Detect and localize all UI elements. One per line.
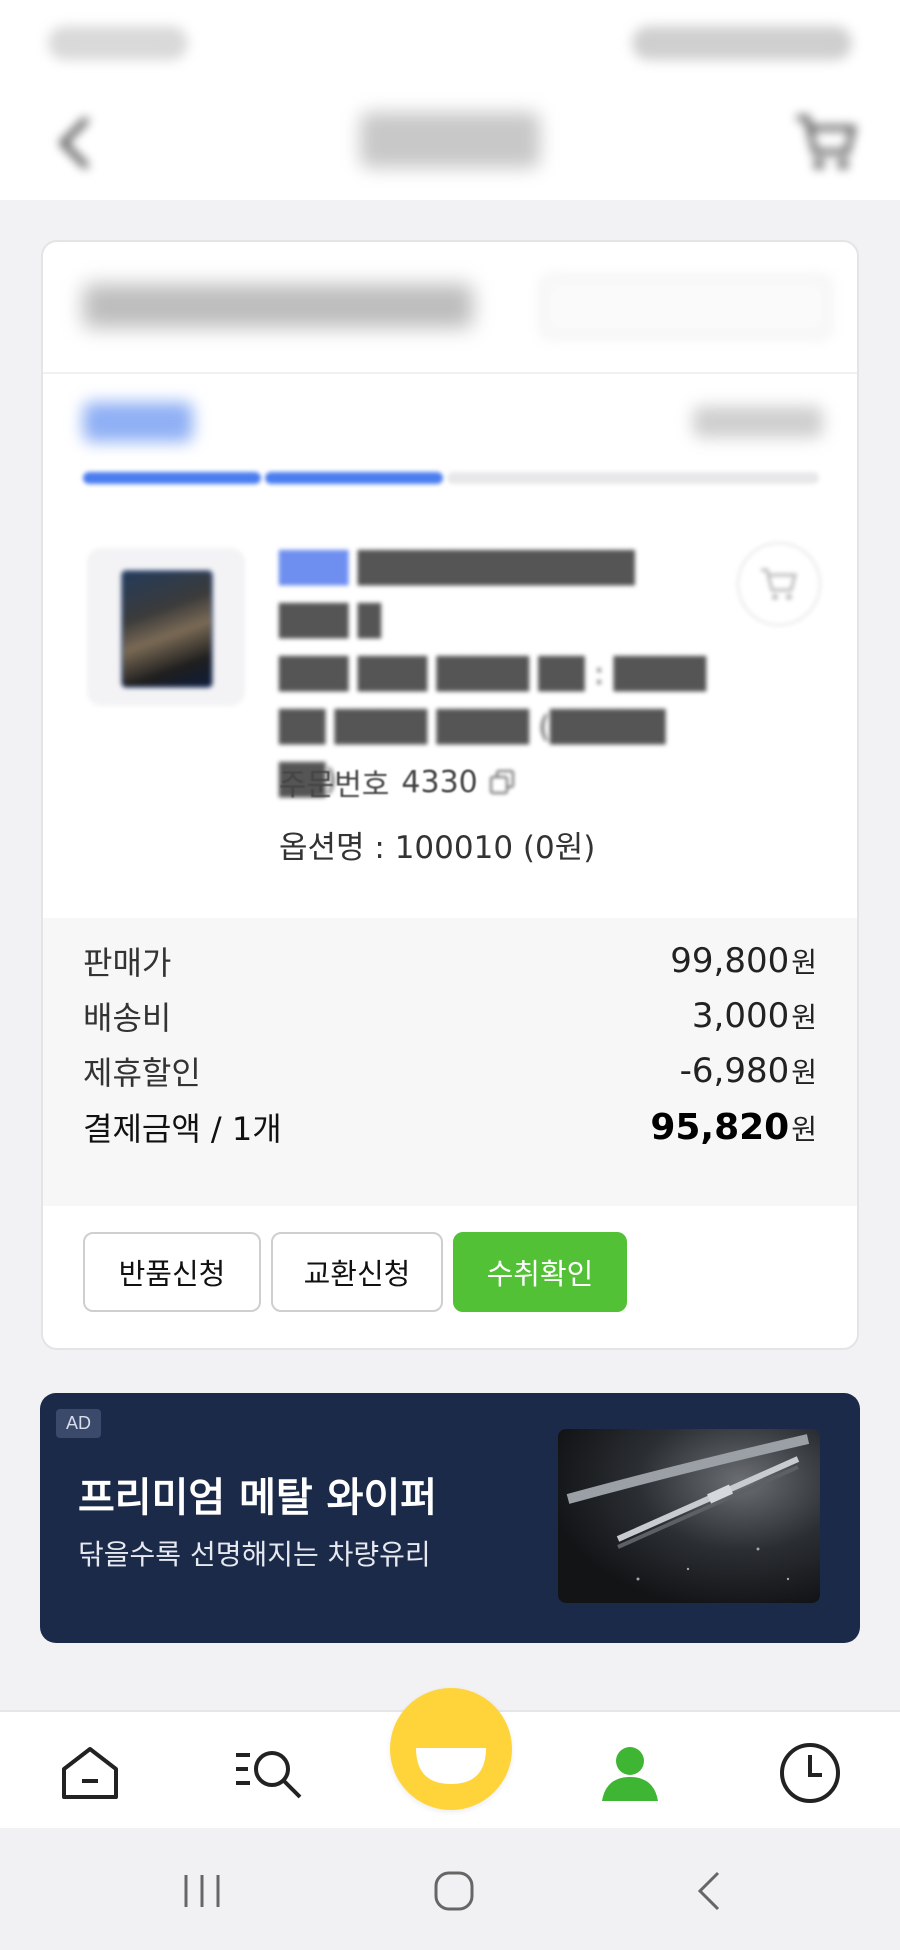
option-name: 옵션명 : 100010 (0원) bbox=[279, 830, 596, 866]
seller-row bbox=[43, 242, 857, 372]
cart-icon bbox=[797, 115, 857, 169]
shipping-fee-label: 배송비 bbox=[83, 999, 172, 1037]
nav-search[interactable] bbox=[230, 1738, 310, 1808]
sale-price-row: 판매가 99,800 원 bbox=[83, 936, 817, 986]
return-request-button[interactable]: 반품신청 bbox=[83, 1232, 261, 1312]
shipping-fee-row: 배송비 3,000 원 bbox=[83, 991, 817, 1041]
center-home-button[interactable] bbox=[390, 1688, 512, 1810]
shipping-progress bbox=[83, 472, 819, 484]
ad-badge: AD bbox=[56, 1409, 102, 1438]
shipping-detail-link[interactable] bbox=[693, 406, 823, 438]
wiper-illustration bbox=[566, 1434, 810, 1581]
progress-step-1 bbox=[83, 472, 261, 484]
currency-unit: 원 bbox=[791, 1112, 817, 1146]
currency-unit: 원 bbox=[791, 1001, 817, 1034]
currency-unit: 원 bbox=[791, 946, 817, 979]
order-number: 주문번호 4330 bbox=[279, 760, 516, 804]
status-time bbox=[48, 26, 188, 60]
total-row: 결제금액 / 1개 95,820 원 bbox=[83, 1102, 817, 1152]
total-label: 결제금액 / 1개 bbox=[83, 1110, 282, 1148]
order-number-value: 4330 bbox=[401, 764, 478, 800]
nav-my-page[interactable] bbox=[590, 1738, 670, 1808]
ad-banner[interactable]: AD 프리미엄 메탈 와이퍼 닦을수록 선명해지는 차량유리 bbox=[40, 1393, 860, 1643]
home-circle-icon bbox=[434, 1871, 474, 1911]
progress-step-2 bbox=[265, 472, 443, 484]
divider bbox=[43, 372, 857, 374]
system-home-button[interactable] bbox=[424, 1866, 484, 1916]
seller-name-blurred[interactable] bbox=[83, 284, 473, 328]
shipping-status-blurred bbox=[83, 402, 193, 442]
clock-icon bbox=[780, 1743, 840, 1803]
page-title bbox=[360, 112, 540, 168]
seller-inquiry-button[interactable] bbox=[541, 276, 831, 338]
receipt-confirm-button[interactable]: 수취확인 bbox=[453, 1232, 627, 1312]
nav-recent[interactable] bbox=[770, 1738, 850, 1808]
sale-price-label: 판매가 bbox=[83, 944, 172, 982]
total-value: 95,820 bbox=[650, 1106, 790, 1148]
order-card: ███ ████████████ ███ █ ███ ███ ████ ██ : … bbox=[41, 240, 859, 1350]
order-actions: 반품신청 교환신청 수취확인 bbox=[83, 1232, 627, 1312]
discount-row: 제휴할인 -6,980 원 bbox=[83, 1046, 817, 1096]
ad-title: 프리미엄 메탈 와이퍼 bbox=[78, 1475, 438, 1521]
discount-value: -6,980 bbox=[679, 1051, 790, 1091]
home-icon bbox=[62, 1747, 118, 1799]
progress-remaining bbox=[447, 472, 819, 484]
sale-price-value: 99,800 bbox=[670, 941, 790, 981]
cart-button[interactable] bbox=[786, 102, 866, 182]
chevron-left-icon bbox=[58, 116, 90, 170]
add-to-cart-button[interactable] bbox=[737, 542, 821, 626]
copy-icon[interactable] bbox=[489, 770, 516, 794]
product-thumbnail[interactable] bbox=[87, 548, 245, 706]
back-button[interactable] bbox=[40, 108, 110, 178]
back-chevron-icon bbox=[697, 1871, 720, 1911]
header bbox=[0, 90, 900, 200]
profile-icon bbox=[602, 1747, 658, 1801]
payment-summary: 판매가 99,800 원 배송비 3,000 원 제휴할인 -6,980 원 결제금액… bbox=[43, 918, 857, 1206]
status-bar bbox=[0, 0, 900, 90]
status-indicators bbox=[632, 26, 852, 60]
recent-apps-icon bbox=[184, 1875, 220, 1907]
cart-icon bbox=[761, 568, 797, 600]
system-navigation-bar bbox=[0, 1828, 900, 1950]
currency-unit: 원 bbox=[791, 1056, 817, 1089]
nav-home[interactable] bbox=[50, 1738, 130, 1808]
order-number-label: 주문번호 bbox=[279, 768, 390, 803]
exchange-request-button[interactable]: 교환신청 bbox=[271, 1232, 443, 1312]
product-cover-image bbox=[123, 572, 211, 686]
search-menu-icon bbox=[236, 1751, 302, 1799]
discount-label: 제휴할인 bbox=[83, 1054, 201, 1092]
ad-wiper-image bbox=[558, 1429, 820, 1603]
recent-apps-button[interactable] bbox=[172, 1866, 232, 1916]
smile-icon bbox=[416, 1748, 486, 1784]
system-back-button[interactable] bbox=[680, 1866, 740, 1916]
shipping-fee-value: 3,000 bbox=[691, 996, 790, 1036]
ad-subtitle: 닦을수록 선명해지는 차량유리 bbox=[78, 1538, 431, 1571]
